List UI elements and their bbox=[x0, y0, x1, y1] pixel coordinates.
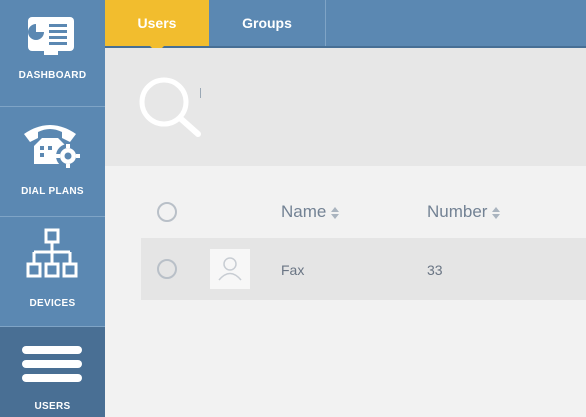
sidebar-item-label: USERS bbox=[34, 401, 71, 412]
tab-users[interactable]: Users bbox=[105, 0, 209, 53]
sidebar-item-label: DEVICES bbox=[29, 298, 76, 309]
device-tree-icon bbox=[26, 228, 78, 278]
phone-gear-icon bbox=[24, 125, 80, 168]
sidebar-item-dial-plans[interactable]: DIAL PLANS bbox=[0, 107, 105, 217]
dashboard-icon bbox=[28, 17, 74, 55]
sidebar-item-dashboard[interactable]: DASHBOARD bbox=[0, 0, 105, 107]
column-header-label: Name bbox=[281, 202, 327, 221]
row-checkbox[interactable] bbox=[157, 259, 177, 279]
sidebar-item-devices[interactable]: DEVICES bbox=[0, 217, 105, 327]
sort-icon bbox=[331, 206, 340, 220]
column-header-name[interactable]: Name bbox=[281, 202, 340, 222]
search-input-cursor[interactable] bbox=[200, 88, 201, 98]
user-icon bbox=[218, 257, 242, 281]
cell-name: Fax bbox=[281, 262, 305, 278]
sort-icon bbox=[492, 206, 501, 220]
top-tab-bar: Users Groups bbox=[105, 0, 586, 53]
sidebar: DASHBOARD DIAL PLANS DEVICES USERS bbox=[0, 0, 105, 417]
column-header-number[interactable]: Number bbox=[427, 202, 501, 222]
select-all-checkbox[interactable] bbox=[157, 202, 177, 222]
hamburger-menu-icon bbox=[22, 346, 82, 382]
avatar bbox=[210, 249, 250, 289]
sidebar-item-label: DIAL PLANS bbox=[21, 186, 84, 197]
sidebar-item-label: DASHBOARD bbox=[18, 70, 87, 81]
tab-groups[interactable]: Groups bbox=[209, 0, 325, 46]
sidebar-item-users[interactable]: USERS bbox=[0, 327, 105, 417]
column-header-label: Number bbox=[427, 202, 488, 221]
search-icon[interactable] bbox=[138, 76, 202, 140]
tab-divider bbox=[325, 0, 326, 46]
table-row[interactable] bbox=[141, 238, 586, 300]
cell-number: 33 bbox=[427, 262, 443, 278]
